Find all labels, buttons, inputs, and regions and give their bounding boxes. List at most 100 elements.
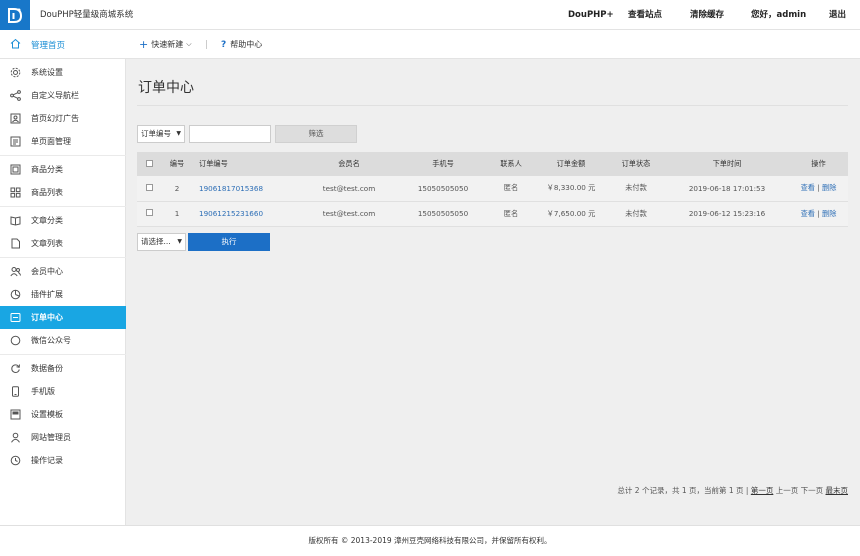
sidebar-item-product-category[interactable]: 商品分类	[0, 158, 126, 181]
page-title: 订单中心	[138, 80, 194, 96]
main-content: 订单中心 订单编号 ▼ 筛选 编号 订单编号 会员名 手机号 联系人 订单金额 …	[127, 59, 860, 525]
dashboard-label: 管理首页	[31, 40, 66, 51]
copyright-text: 版权所有 © 2013-2019 漳州豆壳网络科技有限公司，并保留所有权利。	[308, 536, 552, 545]
site-name: DouPHP轻量级商城系统	[40, 10, 134, 20]
delete-link[interactable]: 删除	[822, 183, 836, 192]
quick-add-label: 快速新建	[151, 40, 184, 49]
phone-number: 15050505050	[399, 176, 487, 202]
sidebar-item-label: 文章分类	[31, 216, 63, 225]
order-number-link[interactable]: 19061817015368	[199, 184, 263, 193]
pagination: 总计 2 个记录，共 1 页，当前第 1 页 | 第一页 上一页 下一页 最末页	[617, 485, 848, 496]
column-header: 订单金额	[535, 152, 607, 176]
top-nav: DouPHP+ 查看站点 清除缓存 您好，admin 退出	[548, 0, 860, 30]
divider	[206, 40, 207, 49]
batch-action-select[interactable]: 请选择... ▼	[137, 233, 186, 251]
dropdown-arrow-icon: ▼	[176, 130, 181, 137]
pager-first-link[interactable]: 第一页	[751, 486, 774, 495]
order-status: 未付款	[607, 176, 665, 202]
sidebar-item-admins[interactable]: 网站管理员	[0, 426, 126, 449]
sidebar-divider	[0, 206, 126, 207]
filter-field-value: 订单编号	[141, 129, 171, 138]
sidebar-item-custom-nav[interactable]: 自定义导航栏	[0, 84, 126, 107]
help-icon: ?	[221, 39, 227, 50]
pager-prev: 上一页	[775, 486, 799, 495]
sidebar-item-label: 单页面管理	[31, 137, 71, 146]
row-select-cell	[137, 201, 161, 227]
column-header: 下单时间	[665, 152, 789, 176]
row-checkbox[interactable]	[145, 209, 153, 216]
sidebar-item-logs[interactable]: 操作记录	[0, 449, 126, 472]
sidebar-item-member-center[interactable]: 会员中心	[0, 260, 126, 283]
douphp-plus-link[interactable]: DouPHP+	[548, 0, 628, 30]
select-all-checkbox[interactable]	[145, 159, 153, 167]
sidebar-item-order-center[interactable]: 订单中心	[0, 306, 126, 329]
image-icon	[10, 113, 21, 124]
order-time: 2019-06-18 17:01:53	[665, 176, 789, 202]
table-row: 2 19061817015368 test@test.com 150505050…	[137, 176, 848, 202]
sidebar: 系统设置 自定义导航栏 首页幻灯广告 单页面管理 商品分类 商品列表 文章分类 …	[0, 59, 126, 525]
template-icon	[10, 409, 21, 420]
sidebar-item-system-settings[interactable]: 系统设置	[0, 61, 126, 84]
contact-name: 匿名	[487, 176, 535, 202]
sidebar-item-label: 系统设置	[31, 68, 63, 77]
table-row: 1 19061215231660 test@test.com 150505050…	[137, 201, 848, 227]
sidebar-item-single-page[interactable]: 单页面管理	[0, 130, 126, 153]
sub-toolbar: 管理首页 + 快速新建 ⌵ ? 帮助中心	[0, 30, 860, 59]
order-icon	[10, 312, 21, 323]
order-id: 2	[161, 176, 193, 202]
page-icon	[10, 136, 21, 147]
table-header-row: 编号 订单编号 会员名 手机号 联系人 订单金额 订单状态 下单时间 操作	[137, 152, 848, 176]
pager-summary: 总计 2 个记录，共 1 页，当前第 1 页 |	[617, 486, 749, 495]
sidebar-item-template[interactable]: 设置模板	[0, 403, 126, 426]
sidebar-item-label: 微信公众号	[31, 336, 71, 345]
clock-icon	[10, 455, 21, 466]
action-separator: |	[817, 208, 820, 218]
order-id: 1	[161, 201, 193, 227]
orders-table: 编号 订单编号 会员名 手机号 联系人 订单金额 订单状态 下单时间 操作 2 …	[137, 152, 848, 227]
clear-cache-link[interactable]: 清除缓存	[690, 0, 751, 30]
sidebar-item-wechat[interactable]: 微信公众号	[0, 329, 126, 352]
view-link[interactable]: 查看	[801, 183, 815, 192]
logout-link[interactable]: 退出	[829, 0, 860, 30]
column-header: 订单编号	[193, 152, 299, 176]
sidebar-item-backup[interactable]: 数据备份	[0, 357, 126, 380]
logo-icon[interactable]	[0, 0, 30, 30]
order-status: 未付款	[607, 201, 665, 227]
sidebar-item-article-category[interactable]: 文章分类	[0, 209, 126, 232]
member-name: test@test.com	[299, 201, 399, 227]
delete-link[interactable]: 删除	[822, 209, 836, 218]
sidebar-item-mobile[interactable]: 手机版	[0, 380, 126, 403]
filter-button[interactable]: 筛选	[275, 125, 357, 143]
gear-icon	[10, 67, 21, 78]
plugin-icon	[10, 289, 21, 300]
dashboard-link[interactable]: 管理首页	[0, 30, 126, 59]
sidebar-item-article-list[interactable]: 文章列表	[0, 232, 126, 255]
mobile-icon	[10, 386, 21, 397]
user-greeting[interactable]: 您好，admin	[751, 0, 829, 30]
pager-last-link[interactable]: 最末页	[826, 486, 849, 495]
row-checkbox[interactable]	[145, 183, 153, 191]
sidebar-divider	[0, 155, 126, 156]
filter-field-select[interactable]: 订单编号 ▼	[137, 125, 185, 143]
help-center-link[interactable]: ? 帮助中心	[221, 30, 262, 59]
sidebar-item-plugins[interactable]: 插件扩展	[0, 283, 126, 306]
execute-button[interactable]: 执行	[188, 233, 270, 251]
sidebar-item-home-slider[interactable]: 首页幻灯广告	[0, 107, 126, 130]
column-header: 联系人	[487, 152, 535, 176]
chevron-down-icon: ⌵	[186, 40, 192, 48]
view-site-link[interactable]: 查看站点	[628, 0, 690, 30]
column-header: 编号	[161, 152, 193, 176]
sidebar-item-product-list[interactable]: 商品列表	[0, 181, 126, 204]
pager-next: 下一页	[800, 486, 824, 495]
order-number-link[interactable]: 19061215231660	[199, 209, 263, 218]
filter-bar: 订单编号 ▼ 筛选	[137, 125, 357, 143]
sidebar-divider	[0, 354, 126, 355]
view-link[interactable]: 查看	[801, 209, 815, 218]
sidebar-item-label: 商品分类	[31, 165, 63, 174]
grid-icon	[10, 187, 21, 198]
quick-add-menu[interactable]: + 快速新建 ⌵	[139, 30, 192, 59]
order-number-cell: 19061215231660	[193, 201, 299, 227]
actions-cell: 查看 | 删除	[789, 201, 848, 227]
column-header: 手机号	[399, 152, 487, 176]
filter-keyword-input[interactable]	[189, 125, 271, 143]
